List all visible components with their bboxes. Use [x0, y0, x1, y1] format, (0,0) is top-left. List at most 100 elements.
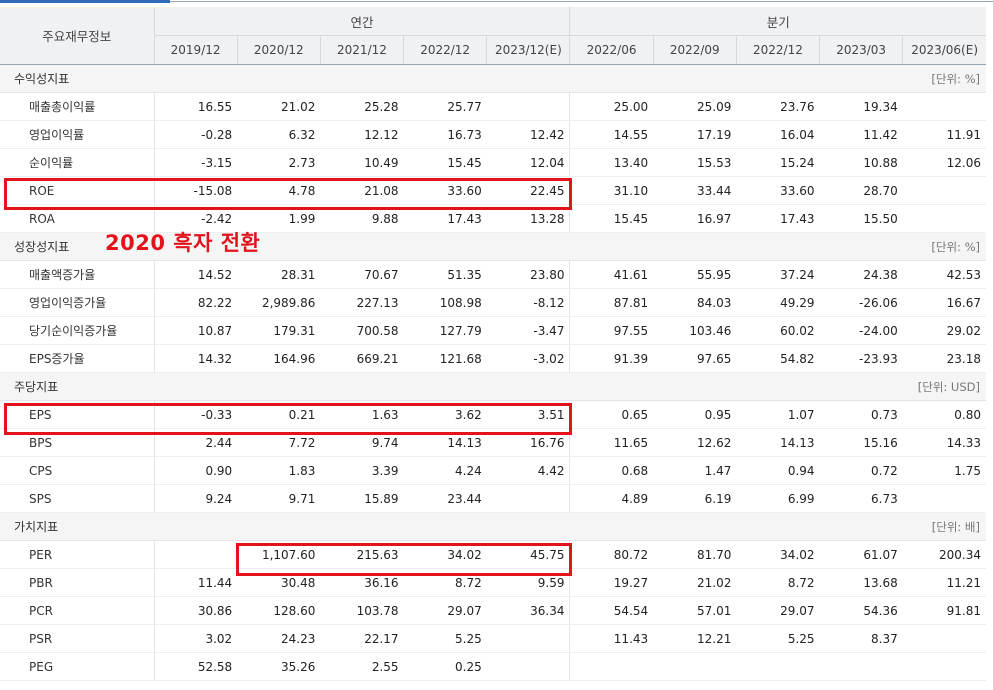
value-cell: 23.44	[403, 484, 487, 513]
value-cell: 24.23	[237, 624, 321, 653]
value-cell: 34.02	[736, 540, 820, 569]
value-cell: 42.53	[902, 260, 986, 289]
value-cell: 10.49	[320, 148, 404, 177]
value-cell: 0.25	[403, 652, 487, 681]
value-cell: 55.95	[653, 260, 737, 289]
value-cell: 15.16	[819, 428, 903, 457]
value-cell: 0.73	[819, 400, 903, 429]
value-cell: -3.47	[486, 316, 570, 345]
value-cell: 15.89	[320, 484, 404, 513]
value-cell: 103.78	[320, 596, 404, 625]
section-title: 가치지표	[0, 512, 570, 541]
value-cell: 91.81	[902, 596, 986, 625]
row-label: PEG	[0, 652, 155, 681]
value-cell: 52.58	[154, 652, 238, 681]
value-cell: 21.02	[653, 568, 737, 597]
value-cell: 15.53	[653, 148, 737, 177]
value-cell	[902, 624, 986, 653]
value-cell: 179.31	[237, 316, 321, 345]
table-row: PCR 30.86 128.60 103.78 29.07 36.34 54.54 57.01…	[0, 596, 986, 625]
row-label: SPS	[0, 484, 155, 513]
value-cell: 108.98	[403, 288, 487, 317]
value-cell: 15.50	[819, 204, 903, 233]
value-cell: 13.68	[819, 568, 903, 597]
value-cell	[902, 204, 986, 233]
value-cell: 14.33	[902, 428, 986, 457]
value-cell: 35.26	[237, 652, 321, 681]
value-cell: 11.91	[902, 120, 986, 149]
value-cell: 82.22	[154, 288, 238, 317]
top-border	[0, 0, 993, 3]
section-unit: [단위: 배]	[569, 512, 986, 541]
value-cell: 24.38	[819, 260, 903, 289]
value-cell: 91.39	[569, 344, 654, 373]
value-cell: 54.36	[819, 596, 903, 625]
value-cell: 19.34	[819, 92, 903, 121]
value-cell: 128.60	[237, 596, 321, 625]
value-cell	[902, 176, 986, 205]
value-cell: 10.88	[819, 148, 903, 177]
value-cell: 37.24	[736, 260, 820, 289]
value-cell: 12.21	[653, 624, 737, 653]
value-cell: 25.00	[569, 92, 654, 121]
value-cell: 2.55	[320, 652, 404, 681]
section-header-row: 수익성지표 [단위: %]	[0, 64, 986, 93]
value-cell: 121.68	[403, 344, 487, 373]
period-header: 2023/06(E)	[902, 35, 986, 65]
value-cell: -23.93	[819, 344, 903, 373]
value-cell: 15.24	[736, 148, 820, 177]
value-cell: 54.82	[736, 344, 820, 373]
value-cell: 17.19	[653, 120, 737, 149]
value-cell: -24.00	[819, 316, 903, 345]
table-row: 영업이익률 -0.28 6.32 12.12 16.73 12.42 14.55 17.19 1…	[0, 120, 986, 149]
value-cell: 669.21	[320, 344, 404, 373]
value-cell: 49.29	[736, 288, 820, 317]
value-cell: 1.75	[902, 456, 986, 485]
highlight-eps	[4, 403, 572, 435]
value-cell: 11.65	[569, 428, 654, 457]
row-label: EPS증가율	[0, 344, 155, 373]
value-cell: 23.80	[486, 260, 570, 289]
row-label: 매출총이익률	[0, 92, 155, 121]
row-label: 매출액증가율	[0, 260, 155, 289]
row-label: 당기순이익증가율	[0, 316, 155, 345]
value-cell: 5.25	[403, 624, 487, 653]
value-cell: 0.95	[653, 400, 737, 429]
value-cell: 1.47	[653, 456, 737, 485]
value-cell: 700.58	[320, 316, 404, 345]
value-cell: 16.73	[403, 120, 487, 149]
value-cell: 2,989.86	[237, 288, 321, 317]
highlight-roe	[4, 178, 572, 210]
section-unit: [단위: USD]	[569, 372, 986, 401]
value-cell: 3.39	[320, 456, 404, 485]
value-cell: 4.89	[569, 484, 654, 513]
value-cell: 12.42	[486, 120, 570, 149]
value-cell	[902, 484, 986, 513]
value-cell: 0.94	[736, 456, 820, 485]
value-cell: 4.24	[403, 456, 487, 485]
value-cell: 8.72	[736, 568, 820, 597]
value-cell: 41.61	[569, 260, 654, 289]
value-cell	[653, 652, 737, 681]
value-cell: 31.10	[569, 176, 654, 205]
value-cell: 97.65	[653, 344, 737, 373]
value-cell: 33.44	[653, 176, 737, 205]
row-label: 영업이익률	[0, 120, 155, 149]
value-cell: 15.45	[569, 204, 654, 233]
value-cell: 19.27	[569, 568, 654, 597]
value-cell: 61.07	[819, 540, 903, 569]
value-cell	[486, 484, 570, 513]
value-cell: 12.62	[653, 428, 737, 457]
value-cell: 4.42	[486, 456, 570, 485]
value-cell: 87.81	[569, 288, 654, 317]
value-cell: 5.25	[736, 624, 820, 653]
value-cell: 29.07	[736, 596, 820, 625]
value-cell: 81.70	[653, 540, 737, 569]
quarter-header: 분기	[569, 7, 986, 36]
value-cell: -3.02	[486, 344, 570, 373]
value-cell: 15.45	[403, 148, 487, 177]
table-row: EPS증가율 14.32 164.96 669.21 121.68 -3.02 91.39 9…	[0, 344, 986, 373]
period-header: 2020/12	[236, 35, 321, 65]
annotation-text: 2020 흑자 전환	[105, 231, 261, 255]
value-cell: 16.55	[154, 92, 238, 121]
